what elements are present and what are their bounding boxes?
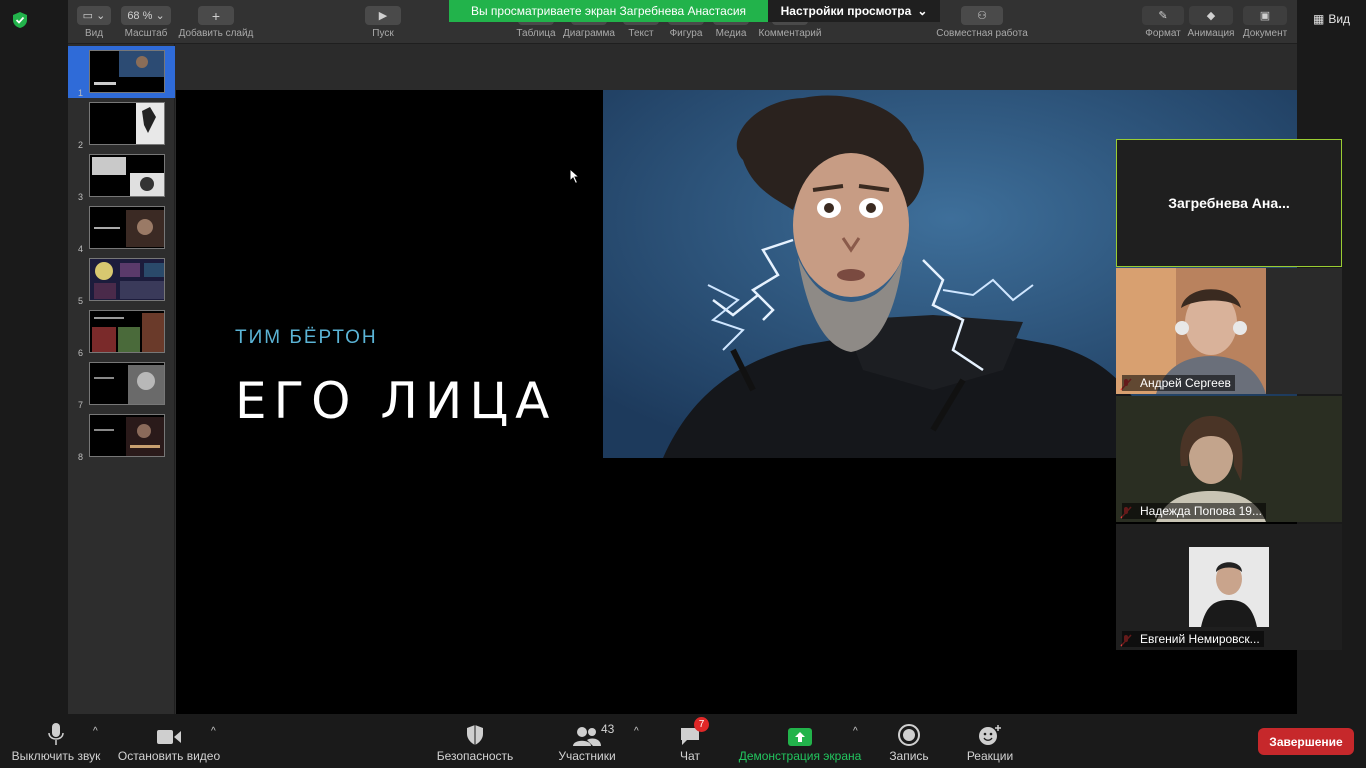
collaborate-button[interactable]: ⚇ Совместная работа xyxy=(936,0,1028,44)
participants-options-caret[interactable]: ^ xyxy=(634,726,639,737)
document-icon: ▣ xyxy=(1243,6,1287,25)
participant-name: Загребнева Ана... xyxy=(1168,195,1290,211)
zoom-value: 68 % xyxy=(127,9,153,22)
mute-button[interactable]: Выключить звук xyxy=(8,714,104,768)
play-icon: ▶ xyxy=(365,6,401,25)
view-settings-label: Настройки просмотра xyxy=(780,4,912,18)
participants-icon xyxy=(573,727,601,746)
slide-navigator: 1 2 3 4 5 6 7 8 xyxy=(68,44,175,714)
add-slide-button[interactable]: + Добавить слайд xyxy=(178,0,254,44)
slide-preview xyxy=(90,259,164,300)
participant-name: Надежда Попова 19... xyxy=(1122,503,1266,519)
play-button[interactable]: ▶ Пуск xyxy=(364,0,402,44)
slide-thumbnail-7[interactable]: 7 xyxy=(68,358,175,410)
participant-tile[interactable]: Евгений Немировск... xyxy=(1116,524,1342,650)
view-settings-button[interactable]: Настройки просмотра ⌄ xyxy=(768,0,940,22)
chevron-down-icon: ⌄ xyxy=(917,4,928,18)
end-meeting-button[interactable]: Завершение xyxy=(1258,728,1354,755)
participant-name: Андрей Сергеев xyxy=(1122,375,1235,391)
slide-thumbnail-1[interactable]: 1 xyxy=(68,46,175,98)
slide-preview xyxy=(90,51,164,92)
left-strip xyxy=(0,0,68,714)
gallery-view-label: Вид xyxy=(1328,12,1351,26)
zoom-window: ▭ ⌄ Вид 68 % ⌄ Масштаб + Добавить слайд … xyxy=(0,0,1366,768)
screen-share-banner: Вы просматриваете экран Загребнева Анаст… xyxy=(449,0,768,22)
slide-thumbnail-6[interactable]: 6 xyxy=(68,306,175,358)
slide-thumbnail-8[interactable]: 8 xyxy=(68,410,175,462)
slide-thumbnail-5[interactable]: 5 xyxy=(68,254,175,306)
view-menu-button[interactable]: ▭ ⌄ Вид xyxy=(74,0,114,44)
video-options-caret[interactable]: ^ xyxy=(211,726,216,737)
slide-thumbnail-4[interactable]: 4 xyxy=(68,202,175,254)
participant-tile[interactable]: Андрей Сергеев xyxy=(1116,268,1342,394)
reactions-smiley-icon xyxy=(979,725,1001,745)
slide-preview xyxy=(90,155,164,196)
meeting-controls-bar: Выключить звук ^ Остановить видео ^ Безо… xyxy=(0,714,1366,768)
record-button[interactable]: Запись xyxy=(884,714,934,768)
slide-title: ЕГО ЛИЦА xyxy=(235,372,557,430)
gallery-view-button[interactable]: ▦ Вид xyxy=(1297,0,1366,38)
slide-preview xyxy=(90,207,164,248)
animation-diamond-icon: ◆ xyxy=(1189,6,1233,25)
participants-count: 43 xyxy=(601,722,615,736)
slide-thumbnail-3[interactable]: 3 xyxy=(68,150,175,202)
microphone-icon xyxy=(48,723,64,745)
encryption-shield-icon[interactable] xyxy=(11,11,29,29)
slide-preview xyxy=(90,311,164,352)
share-options-caret[interactable]: ^ xyxy=(853,726,858,737)
slide-preview xyxy=(90,415,164,456)
share-screen-icon xyxy=(788,728,812,746)
participant-tile[interactable]: Загребнева Ана... xyxy=(1116,139,1342,267)
mouse-cursor-icon xyxy=(569,168,581,185)
share-screen-button[interactable]: Демонстрация экрана xyxy=(736,714,864,768)
reactions-button[interactable]: Реакции xyxy=(962,714,1018,768)
canvas-background xyxy=(176,44,1297,90)
participants-button[interactable]: 43 Участники xyxy=(552,714,622,768)
participants-panel: Загребнева Ана... Андрей Сергеев Надежда… xyxy=(1114,138,1344,654)
slide-preview xyxy=(90,103,164,144)
plus-icon: + xyxy=(198,6,234,25)
format-button[interactable]: ✎ Формат xyxy=(1142,0,1184,44)
chat-button[interactable]: 7 Чат xyxy=(670,714,710,768)
participant-tile[interactable]: Надежда Попова 19... xyxy=(1116,396,1342,522)
collaborate-icon: ⚇ xyxy=(961,6,1003,25)
slide-subtitle: ТИМ БЁРТОН xyxy=(235,327,378,348)
slide-preview xyxy=(90,363,164,404)
security-button[interactable]: Безопасность xyxy=(433,714,517,768)
zoom-menu-button[interactable]: 68 % ⌄ Масштаб xyxy=(120,0,172,44)
slide-thumbnail-2[interactable]: 2 xyxy=(68,98,175,150)
video-camera-icon xyxy=(157,730,181,744)
participant-name: Евгений Немировск... xyxy=(1122,631,1264,647)
security-shield-icon xyxy=(467,725,483,745)
record-icon xyxy=(898,724,920,746)
stop-video-button[interactable]: Остановить видео xyxy=(116,714,222,768)
audio-options-caret[interactable]: ^ xyxy=(93,726,98,737)
format-brush-icon: ✎ xyxy=(1142,6,1184,25)
chat-unread-badge: 7 xyxy=(694,717,709,732)
document-button[interactable]: ▣ Документ xyxy=(1238,0,1292,44)
animation-button[interactable]: ◆ Анимация xyxy=(1184,0,1238,44)
view-icon: ▭ ⌄ xyxy=(77,6,111,25)
grid-icon: ▦ xyxy=(1312,12,1325,26)
